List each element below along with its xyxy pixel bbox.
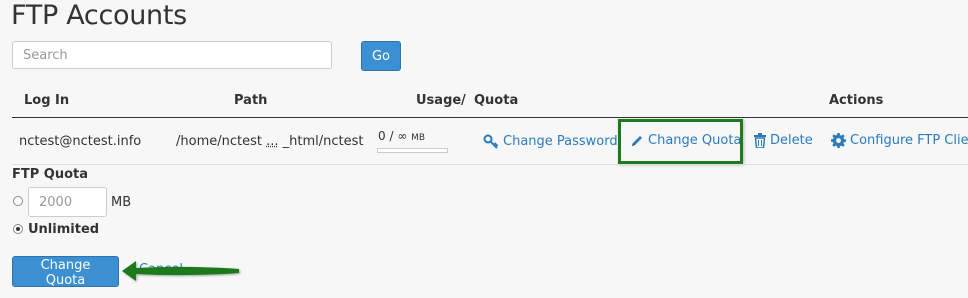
delete-label: Delete (770, 133, 813, 148)
table-header-divider (12, 117, 968, 118)
unlimited-radio[interactable] (13, 224, 23, 234)
login-column-header: Log In (24, 93, 70, 108)
usage-value: 0 / (378, 129, 394, 143)
login-cell: nctest@nctest.info (19, 134, 142, 149)
ftp-quota-label: FTP Quota (12, 167, 89, 182)
usage-progress-bar (377, 148, 448, 153)
trash-icon (754, 133, 766, 148)
change-password-label: Change Password (503, 133, 618, 149)
path-ellipsis[interactable]: ... (266, 134, 278, 149)
usage-quota-separator: / (461, 93, 466, 108)
go-button[interactable]: Go (361, 41, 401, 71)
change-quota-button[interactable]: Change Quota (12, 256, 119, 288)
change-password-link[interactable]: Change Password (483, 133, 618, 149)
green-arrow-annotation (122, 261, 239, 281)
delete-link[interactable]: Delete (754, 133, 813, 148)
configure-ftp-client-label: Configure FTP Client (850, 133, 968, 148)
page-title: FTP Accounts (11, 0, 187, 31)
gear-icon (831, 133, 846, 148)
path-end: _html/nctest (282, 134, 364, 149)
usage-column-header: Usage (416, 93, 462, 108)
unlimited-label[interactable]: Unlimited (28, 222, 99, 237)
configure-ftp-client-link[interactable]: Configure FTP Client (831, 133, 968, 148)
path-column-header: Path (234, 93, 268, 108)
change-quota-highlight (618, 119, 743, 164)
path-cell: /home/nctest ... _html/nctest (176, 134, 364, 149)
row-divider (12, 164, 968, 165)
usage-cell: 0 / ∞ MB (378, 129, 425, 143)
search-input[interactable] (12, 41, 332, 69)
usage-unit: MB (411, 133, 426, 143)
usage-infinity: ∞ (397, 129, 408, 143)
quota-input[interactable] (28, 187, 107, 217)
quota-column-header: Quota (474, 93, 519, 108)
path-start: /home/nctest (176, 134, 262, 149)
key-icon (483, 133, 499, 149)
actions-column-header: Actions (829, 93, 884, 108)
quota-limit-radio[interactable] (13, 196, 23, 206)
quota-unit: MB (111, 195, 132, 210)
